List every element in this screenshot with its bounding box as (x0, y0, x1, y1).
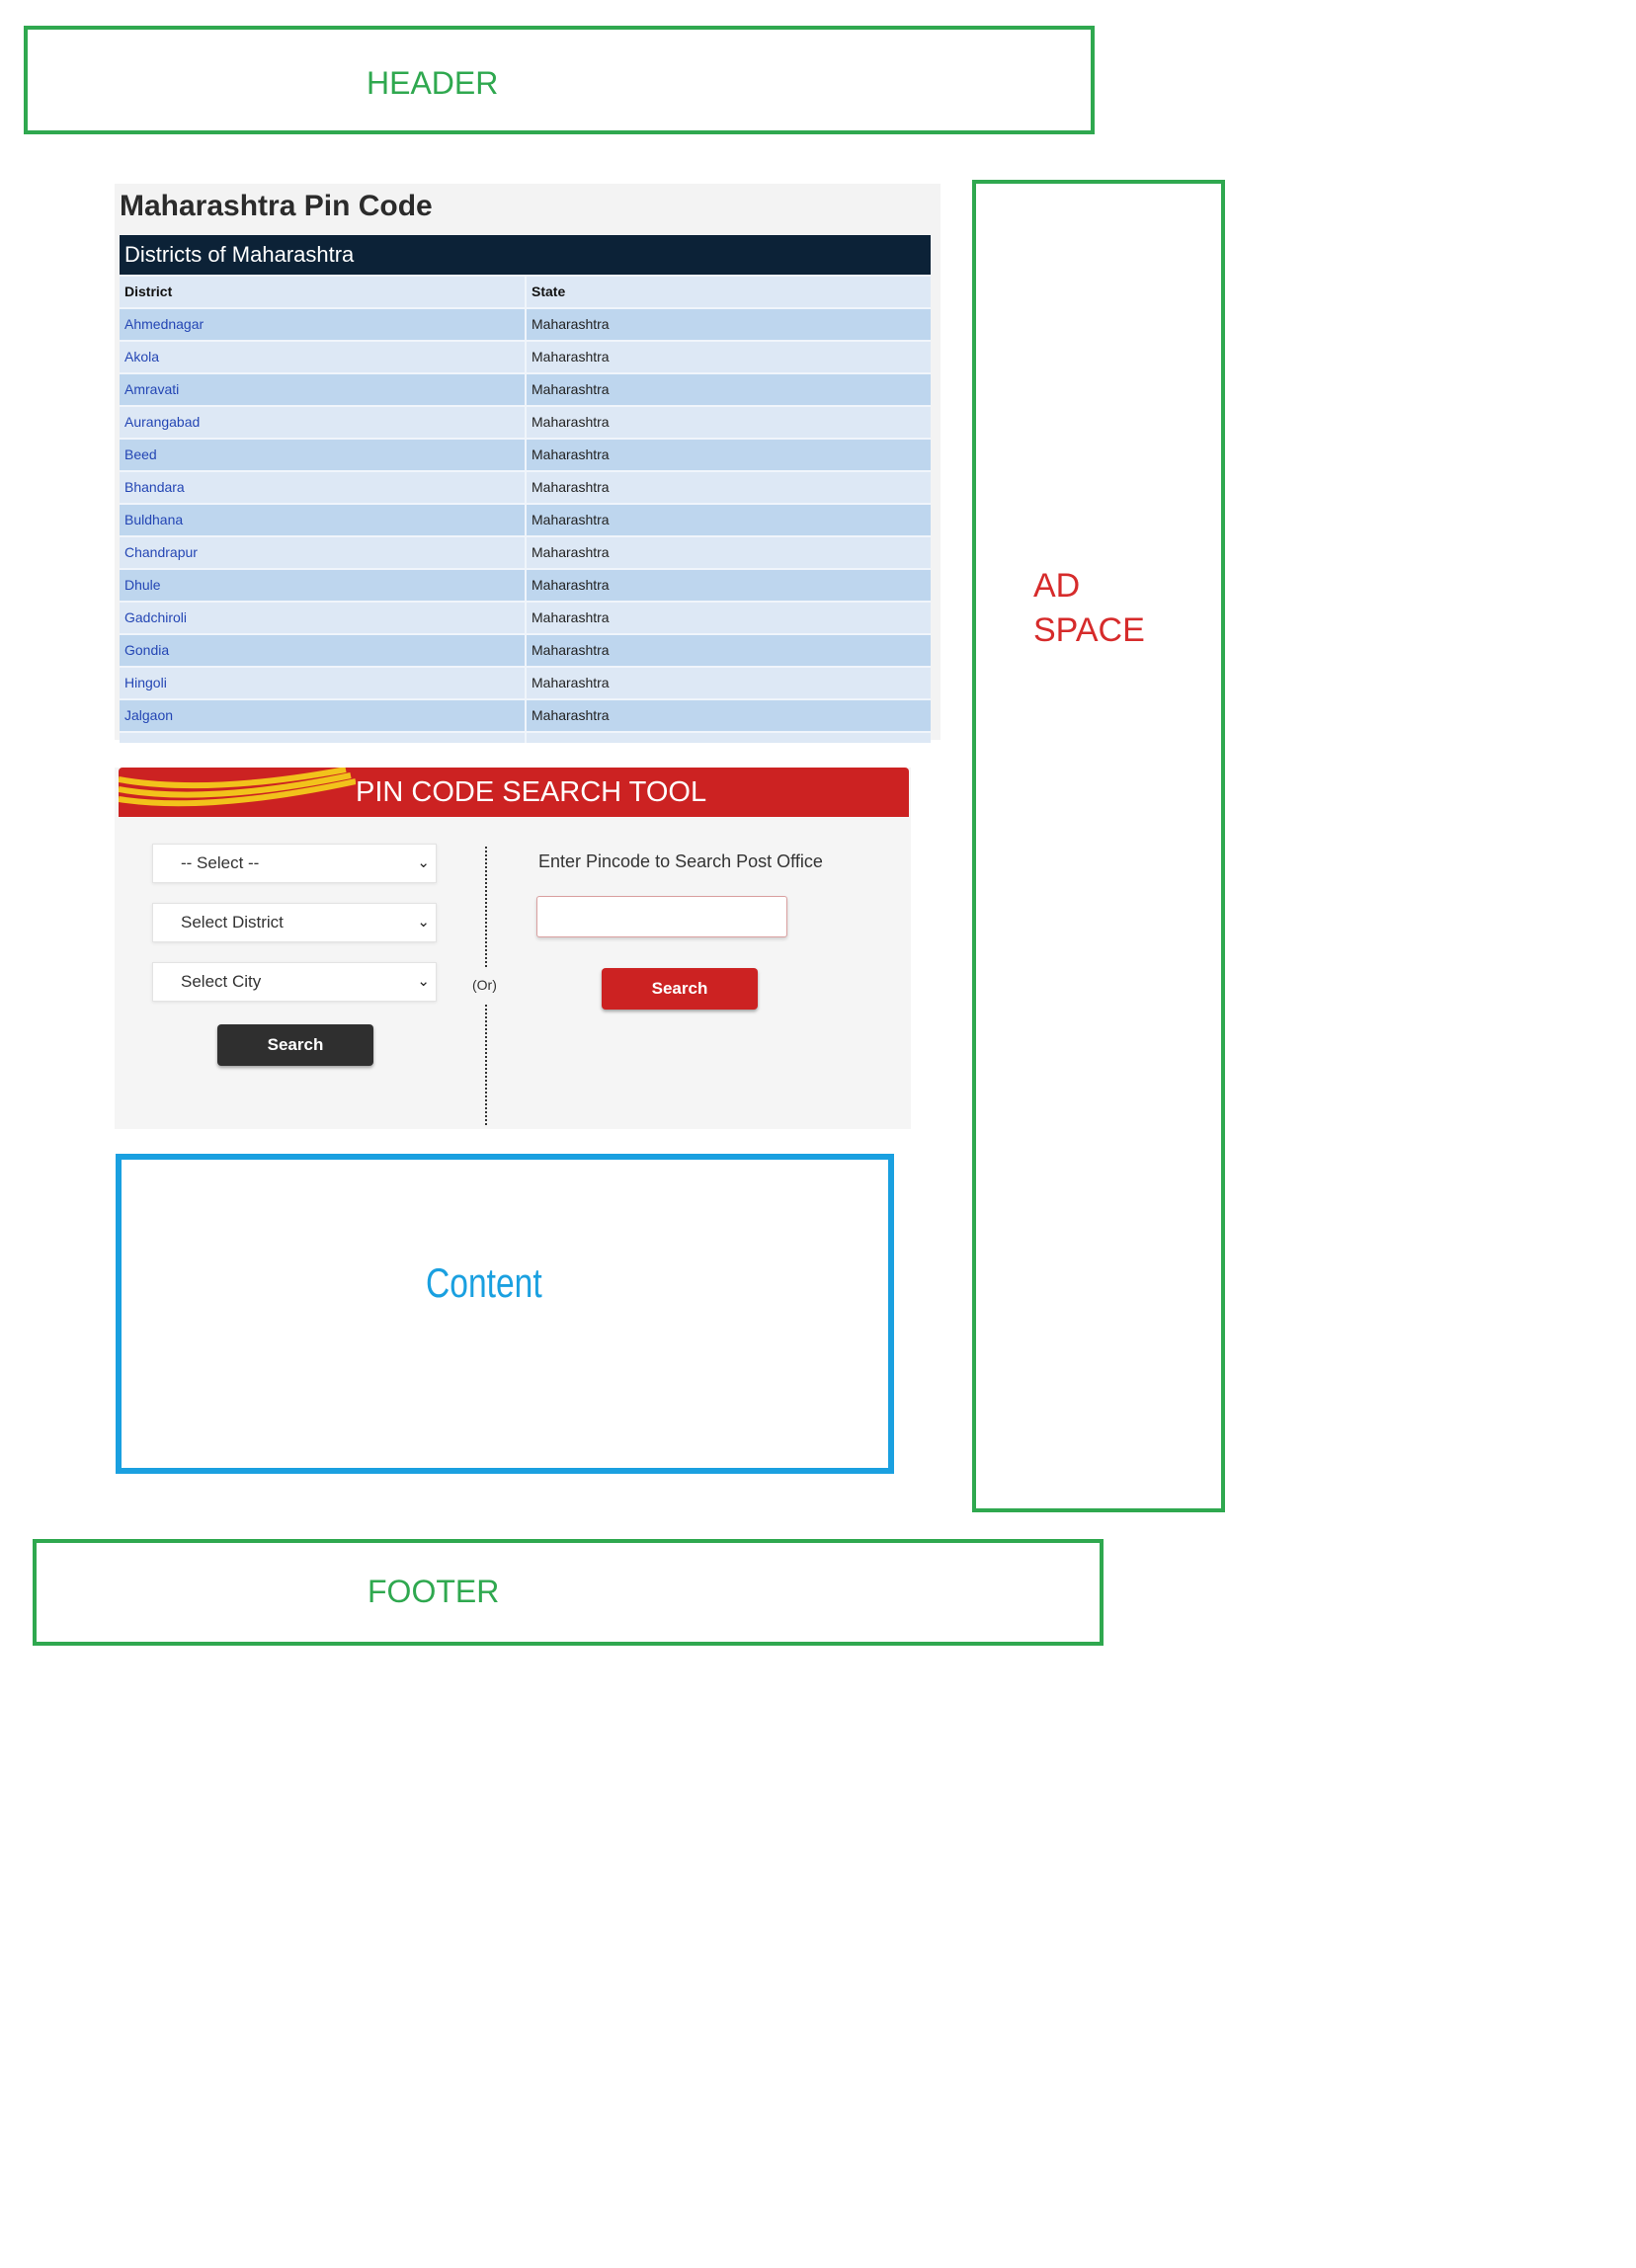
pincode-prompt: Enter Pincode to Search Post Office (538, 851, 823, 871)
search-tool-banner: PIN CODE SEARCH TOOL (119, 768, 909, 817)
table-row: Aurangabad Maharashtra (120, 405, 931, 438)
district-panel: Maharashtra Pin Code Districts of Mahara… (115, 184, 941, 743)
table-row: Beed Maharashtra (120, 438, 931, 470)
table-row: Akola Maharashtra (120, 340, 931, 372)
district-link[interactable]: Gondia (120, 635, 527, 666)
table-row: Ahmednagar Maharashtra (120, 307, 931, 340)
table-row: Chandrapur Maharashtra (120, 535, 931, 568)
table-row: Buldhana Maharashtra (120, 503, 931, 535)
state-cell: Maharashtra (532, 675, 610, 690)
district-link[interactable]: Amravati (120, 374, 527, 405)
page-title: Maharashtra Pin Code (120, 190, 433, 222)
table-row: Jalgaon Maharashtra (120, 698, 931, 731)
location-search-button[interactable]: Search (217, 1024, 373, 1066)
ad-label: AD SPACE (1033, 564, 1145, 653)
district-link[interactable]: Aurangabad (120, 407, 527, 438)
table-row: Dhule Maharashtra (120, 568, 931, 601)
state-select-value: -- Select -- (181, 853, 260, 872)
state-cell: Maharashtra (532, 446, 610, 462)
pincode-input[interactable] (536, 896, 787, 937)
city-select[interactable]: Select City ⌄ (152, 962, 437, 1002)
header-placeholder: HEADER (24, 26, 1095, 134)
content-placeholder: Content (116, 1154, 894, 1474)
or-label: (Or) (472, 977, 497, 993)
districts-table: Districts of Maharashtra District State … (120, 235, 931, 743)
chevron-down-icon: ⌄ (417, 854, 430, 871)
state-cell: Maharashtra (532, 544, 610, 560)
district-link[interactable]: Jalgaon (120, 700, 527, 731)
district-select-value: Select District (181, 913, 284, 932)
state-cell: Maharashtra (532, 642, 610, 658)
ad-label-line1: AD (1033, 567, 1081, 605)
state-cell: Maharashtra (532, 479, 610, 495)
table-row: Gadchiroli Maharashtra (120, 601, 931, 633)
table-row: Gondia Maharashtra (120, 633, 931, 666)
postal-stripes-icon (119, 768, 356, 807)
ad-label-line2: SPACE (1033, 611, 1145, 649)
footer-placeholder: FOOTER (33, 1539, 1104, 1646)
state-select[interactable]: -- Select -- ⌄ (152, 844, 437, 883)
chevron-down-icon: ⌄ (417, 914, 430, 931)
table-cell-empty (120, 733, 527, 743)
district-link[interactable]: Gadchiroli (120, 603, 527, 633)
district-link[interactable]: Hingoli (120, 668, 527, 698)
state-cell: Maharashtra (532, 414, 610, 430)
district-link[interactable]: Beed (120, 440, 527, 470)
state-cell: Maharashtra (532, 577, 610, 593)
state-cell: Maharashtra (532, 512, 610, 527)
content-label: Content (426, 1259, 542, 1306)
table-row: Bhandara Maharashtra (120, 470, 931, 503)
district-link[interactable]: Buldhana (120, 505, 527, 535)
table-row: Amravati Maharashtra (120, 372, 931, 405)
city-select-value: Select City (181, 972, 262, 991)
footer-label: FOOTER (368, 1574, 500, 1609)
table-header-row: District State (120, 275, 931, 307)
table-cell-empty (527, 733, 931, 743)
or-divider-top (485, 847, 487, 967)
header-label: HEADER (367, 65, 499, 101)
chevron-down-icon: ⌄ (417, 973, 430, 990)
state-cell: Maharashtra (532, 707, 610, 723)
table-row-partial (120, 731, 931, 743)
district-link[interactable]: Akola (120, 342, 527, 372)
pincode-search-tool: PIN CODE SEARCH TOOL -- Select -- ⌄ Sele… (115, 768, 911, 1129)
search-tool-title: PIN CODE SEARCH TOOL (356, 776, 707, 808)
table-caption: Districts of Maharashtra (120, 235, 931, 275)
district-link[interactable]: Bhandara (120, 472, 527, 503)
district-select[interactable]: Select District ⌄ (152, 903, 437, 942)
column-header-district: District (120, 277, 527, 307)
state-cell: Maharashtra (532, 609, 610, 625)
column-header-state: State (532, 284, 566, 299)
state-cell: Maharashtra (532, 316, 610, 332)
district-link[interactable]: Chandrapur (120, 537, 527, 568)
state-cell: Maharashtra (532, 349, 610, 364)
district-link[interactable]: Ahmednagar (120, 309, 527, 340)
ad-space-placeholder: AD SPACE (972, 180, 1225, 1512)
district-link[interactable]: Dhule (120, 570, 527, 601)
pincode-search-button[interactable]: Search (602, 968, 758, 1010)
or-divider-bottom (485, 1005, 487, 1125)
state-cell: Maharashtra (532, 381, 610, 397)
table-row: Hingoli Maharashtra (120, 666, 931, 698)
